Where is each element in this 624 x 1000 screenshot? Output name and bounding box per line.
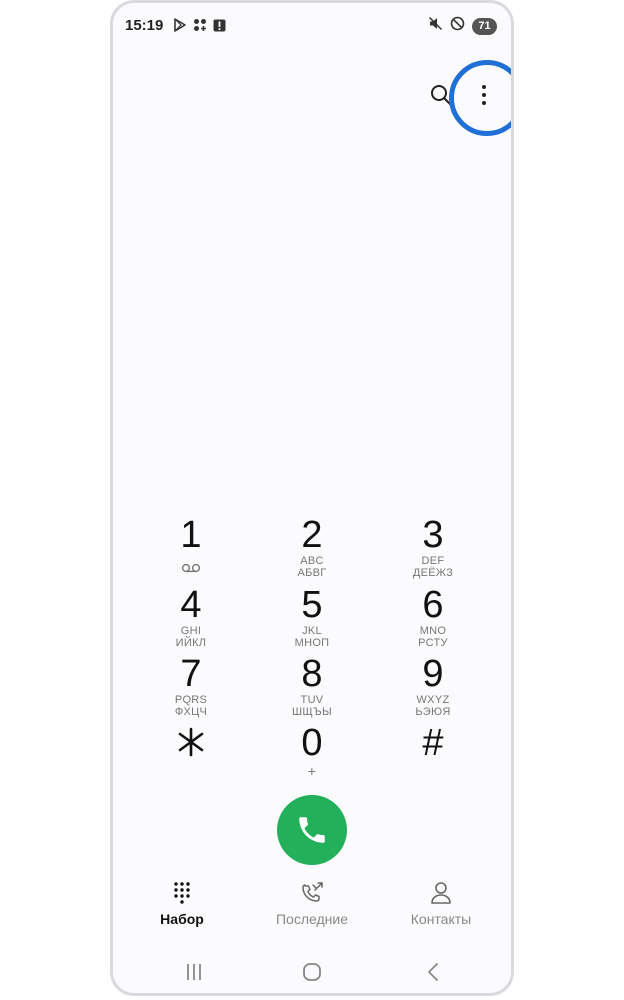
- tab-dialpad[interactable]: Набор: [122, 881, 242, 927]
- key-0[interactable]: 0 +: [262, 723, 362, 789]
- key-4[interactable]: 4 GHI ИЙКЛ: [141, 585, 241, 651]
- phone-icon: [299, 817, 325, 843]
- key-7[interactable]: 7 PQRS ФХЦЧ: [141, 654, 241, 720]
- status-time: 15:19: [125, 17, 164, 34]
- play-store-icon: [173, 18, 187, 37]
- bottom-tabs: Набор Последние Контакты: [113, 881, 511, 931]
- apps-icon: [193, 18, 207, 37]
- asterisk-icon: [178, 727, 204, 757]
- recent-apps-icon: [187, 964, 201, 980]
- key-8[interactable]: 8 TUV ШЩЪЫ: [262, 654, 362, 720]
- key-letters-cyrillic: МНОП: [294, 637, 330, 649]
- key-letters-latin: DEF: [421, 555, 445, 567]
- contacts-icon: [431, 882, 451, 904]
- battery-icon: 71: [472, 17, 497, 35]
- mute-icon: [428, 16, 443, 36]
- recent-apps-button[interactable]: [179, 961, 209, 983]
- key-letters-cyrillic: РСТУ: [418, 637, 448, 649]
- highlight-ring: [449, 60, 511, 136]
- key-digit: 8: [301, 653, 323, 695]
- key-letters-cyrillic: ШЩЪЫ: [291, 706, 333, 718]
- recent-calls-icon: [302, 882, 323, 902]
- tab-contacts[interactable]: Контакты: [381, 881, 501, 927]
- key-digit: 5: [301, 584, 323, 626]
- key-plus: +: [307, 763, 317, 779]
- key-5[interactable]: 5 JKL МНОП: [262, 585, 362, 651]
- key-3[interactable]: 3 DEF ДЕЁЖЗ: [383, 515, 483, 581]
- home-icon: [303, 963, 321, 981]
- key-letters-latin: TUV: [300, 694, 324, 706]
- key-letters-latin: PQRS: [174, 694, 208, 706]
- key-digit: #: [422, 722, 444, 764]
- key-letters-cyrillic: АБВГ: [297, 567, 327, 579]
- key-digit: 0: [301, 722, 323, 764]
- voicemail-icon: [181, 563, 201, 573]
- key-digit: 4: [180, 584, 202, 626]
- key-letters-latin: JKL: [302, 625, 322, 637]
- dialpad-icon: [174, 882, 190, 904]
- key-6[interactable]: 6 MNO РСТУ: [383, 585, 483, 651]
- key-letters-latin: WXYZ: [416, 694, 450, 706]
- home-button[interactable]: [297, 961, 327, 983]
- phone-screen: 15:19 71 1 2 ABC АБВГ 3 DEF ДЕЁЖЗ 4 GHI …: [110, 0, 514, 996]
- key-hash[interactable]: #: [383, 723, 483, 789]
- key-letters-cyrillic: ФХЦЧ: [174, 706, 208, 718]
- key-letters-latin: MNO: [419, 625, 447, 637]
- back-button[interactable]: [418, 961, 448, 983]
- key-1[interactable]: 1: [141, 515, 241, 581]
- key-letters-cyrillic: ИЙКЛ: [175, 637, 207, 649]
- navigation-bar: [113, 953, 511, 989]
- key-9[interactable]: 9 WXYZ ЬЭЮЯ: [383, 654, 483, 720]
- key-2[interactable]: 2 ABC АБВГ: [262, 515, 362, 581]
- key-letters-cyrillic: ЬЭЮЯ: [415, 706, 451, 718]
- key-letters-latin: GHI: [180, 625, 202, 637]
- tab-label: Набор: [160, 911, 204, 927]
- tab-recents[interactable]: Последние: [252, 881, 372, 927]
- key-digit: 6: [422, 584, 444, 626]
- alert-icon: [213, 19, 226, 37]
- key-digit: 3: [422, 514, 444, 556]
- do-not-disturb-icon: [450, 16, 465, 36]
- key-star[interactable]: ⁎: [141, 723, 241, 789]
- key-digit: 7: [180, 653, 202, 695]
- key-letters-cyrillic: ДЕЁЖЗ: [412, 567, 454, 579]
- key-digit: 2: [301, 514, 323, 556]
- key-digit: 9: [422, 653, 444, 695]
- key-letters-latin: ABC: [300, 555, 324, 567]
- back-icon: [428, 963, 438, 981]
- key-digit: 1: [180, 514, 202, 556]
- tab-label: Контакты: [410, 911, 472, 927]
- status-bar: 15:19 71: [113, 3, 511, 49]
- call-button[interactable]: [277, 795, 347, 865]
- tab-label: Последние: [275, 911, 348, 927]
